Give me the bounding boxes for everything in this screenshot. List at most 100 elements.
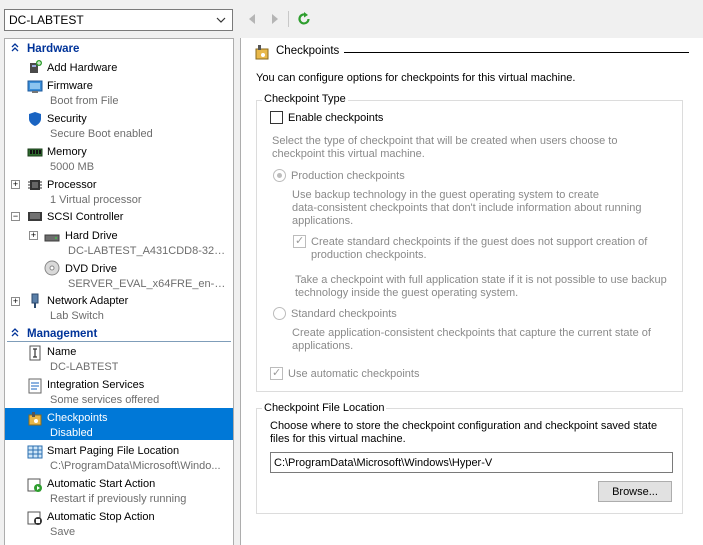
sidebar-item-label: Processor: [47, 179, 97, 191]
checkpoint-path-input[interactable]: [270, 452, 673, 473]
sidebar-item-label: Memory: [47, 146, 87, 158]
sidebar-item-sub: 1 Virtual processor: [50, 194, 142, 206]
sidebar-item-sub: Some services offered: [50, 394, 160, 406]
title-divider: [344, 52, 689, 53]
sidebar-item-sub: Secure Boot enabled: [50, 128, 153, 140]
forward-arrow-icon[interactable]: [270, 13, 280, 25]
sidebar-item-memory[interactable]: Memory 5000 MB: [5, 141, 233, 174]
enable-checkpoints-label: Enable checkpoints: [288, 112, 384, 124]
processor-icon: [28, 180, 42, 190]
collapse-icon[interactable]: −: [11, 212, 20, 221]
settings-tree: Hardware Add Hardware Firmware Boot from…: [4, 38, 234, 545]
file-location-help: files for this virtual machine.: [270, 433, 406, 445]
page-title: Checkpoints: [276, 45, 340, 57]
file-location-title: Checkpoint File Location: [262, 402, 387, 414]
sidebar-item-sub: Lab Switch: [50, 310, 104, 322]
standard-checkpoints-radio[interactable]: [273, 307, 286, 320]
auto-stop-icon: [27, 511, 42, 525]
integration-services-icon: [28, 378, 42, 394]
standard-desc: applications.: [292, 340, 354, 352]
production-checkpoints-radio[interactable]: [273, 169, 286, 182]
browse-button[interactable]: Browse...: [598, 481, 672, 502]
smart-paging-icon: [27, 445, 43, 459]
sidebar-item-label: Add Hardware: [47, 62, 118, 74]
sidebar-item-sub: DC-LABTEST: [50, 361, 119, 373]
firmware-icon: [27, 80, 43, 93]
shield-icon: [29, 112, 41, 126]
expand-icon[interactable]: +: [11, 180, 20, 189]
enable-checkpoints-checkbox[interactable]: [270, 111, 283, 124]
checkpoints-page: Checkpoints You can configure options fo…: [240, 38, 703, 545]
name-tag-icon: [29, 345, 41, 361]
sidebar-item-sub: Disabled: [50, 427, 93, 439]
production-desc: applications.: [292, 215, 354, 227]
sidebar-item-label: Firmware: [47, 80, 93, 92]
refresh-icon[interactable]: [297, 12, 311, 26]
create-standard-label: Create standard checkpoints if the guest…: [311, 236, 648, 248]
sidebar-item-security[interactable]: Security Secure Boot enabled: [5, 108, 233, 141]
sidebar-item-label: Network Adapter: [47, 295, 129, 307]
sidebar-item-integration-services[interactable]: Integration Services Some services offer…: [5, 375, 233, 408]
sidebar-item-sub: Save: [50, 526, 76, 538]
dvd-disc-icon: [44, 260, 60, 276]
sidebar-item-label: SCSI Controller: [47, 211, 124, 223]
sidebar-item-label: Checkpoints: [47, 412, 108, 424]
sidebar-item-name[interactable]: Name DC-LABTEST: [5, 342, 233, 375]
expand-icon[interactable]: +: [29, 231, 38, 240]
sidebar-item-auto-start[interactable]: Automatic Start Action Restart if previo…: [5, 474, 233, 507]
page-description: You can configure options for checkpoint…: [256, 72, 576, 84]
sidebar-item-scsi-controller[interactable]: − SCSI Controller: [5, 207, 233, 225]
standard-checkpoints-label: Standard checkpoints: [291, 308, 397, 320]
sidebar-item-label: Hard Drive: [65, 230, 118, 242]
sidebar-item-sub: DC-LABTEST_A431CDD8-3291...: [68, 245, 230, 257]
create-standard-label: production checkpoints.: [311, 249, 427, 261]
sidebar-item-sub: Boot from File: [50, 95, 119, 107]
sidebar-item-hard-drive[interactable]: + Hard Drive DC-LABTEST_A431CDD8-3291...: [5, 226, 233, 259]
sidebar-item-network-adapter[interactable]: + Network Adapter Lab Switch: [5, 291, 233, 324]
collapse-up-icon[interactable]: [7, 42, 23, 55]
vm-selector[interactable]: DC-LABTEST: [4, 9, 233, 31]
production-desc: Use backup technology in the guest opera…: [292, 189, 599, 201]
vm-selector-value: DC-LABTEST: [9, 13, 84, 27]
section-management[interactable]: Management: [5, 325, 233, 342]
chevron-down-icon: [216, 17, 226, 23]
sidebar-item-label: Integration Services: [47, 379, 145, 391]
auto-start-icon: [27, 478, 42, 492]
automatic-checkpoints-label: Use automatic checkpoints: [288, 368, 420, 380]
section-hardware-title: Hardware: [27, 42, 80, 55]
sidebar-item-sub: C:\ProgramData\Microsoft\Windo...: [50, 460, 221, 472]
add-hardware-icon: [30, 60, 42, 73]
sidebar-item-label: Automatic Start Action: [47, 478, 156, 490]
checkpoint-camera-icon: [28, 412, 42, 426]
expand-icon[interactable]: +: [11, 297, 20, 306]
section-hardware[interactable]: Hardware: [5, 40, 233, 57]
collapse-up-icon[interactable]: [7, 327, 23, 340]
sidebar-item-label: Smart Paging File Location: [47, 445, 180, 457]
sidebar-item-sub: SERVER_EVAL_x64FRE_en-us....: [68, 278, 230, 290]
section-management-title: Management: [27, 327, 98, 340]
checkpoint-type-title: Checkpoint Type: [262, 93, 348, 105]
network-adapter-icon: [31, 293, 39, 308]
sidebar-item-processor[interactable]: + Processor 1 Virtual processor: [5, 174, 233, 207]
hard-drive-icon: [44, 234, 60, 242]
automatic-checkpoints-checkbox[interactable]: ✓: [270, 367, 283, 380]
back-arrow-icon[interactable]: [247, 13, 257, 25]
sidebar-item-label: DVD Drive: [65, 263, 117, 275]
production-desc: data-consistent checkpoints that don't i…: [292, 202, 642, 214]
type-help-text: checkpoint this virtual machine.: [272, 148, 425, 160]
create-standard-checkbox[interactable]: ✓: [293, 235, 306, 248]
sidebar-item-auto-stop[interactable]: Automatic Stop Action Save: [5, 507, 233, 540]
full-state-text: Take a checkpoint with full application …: [295, 274, 667, 286]
sidebar-item-dvd-drive[interactable]: DVD Drive SERVER_EVAL_x64FRE_en-us....: [5, 259, 233, 292]
memory-icon: [27, 148, 43, 157]
sidebar-item-label: Automatic Stop Action: [47, 511, 155, 523]
type-help-text: Select the type of checkpoint that will …: [272, 135, 618, 147]
scsi-controller-icon: [28, 212, 42, 221]
sidebar-item-label: Security: [47, 113, 87, 125]
sidebar-item-firmware[interactable]: Firmware Boot from File: [5, 75, 233, 108]
sidebar-item-checkpoints[interactable]: Checkpoints Disabled: [5, 408, 233, 440]
settings-sidebar: DC-LABTEST Hardware Add Hardware Firmwar…: [0, 0, 240, 545]
sidebar-item-sub: 5000 MB: [50, 161, 95, 173]
toolbar-separator: [288, 11, 289, 27]
sidebar-item-smart-paging[interactable]: Smart Paging File Location C:\ProgramDat…: [5, 441, 233, 474]
